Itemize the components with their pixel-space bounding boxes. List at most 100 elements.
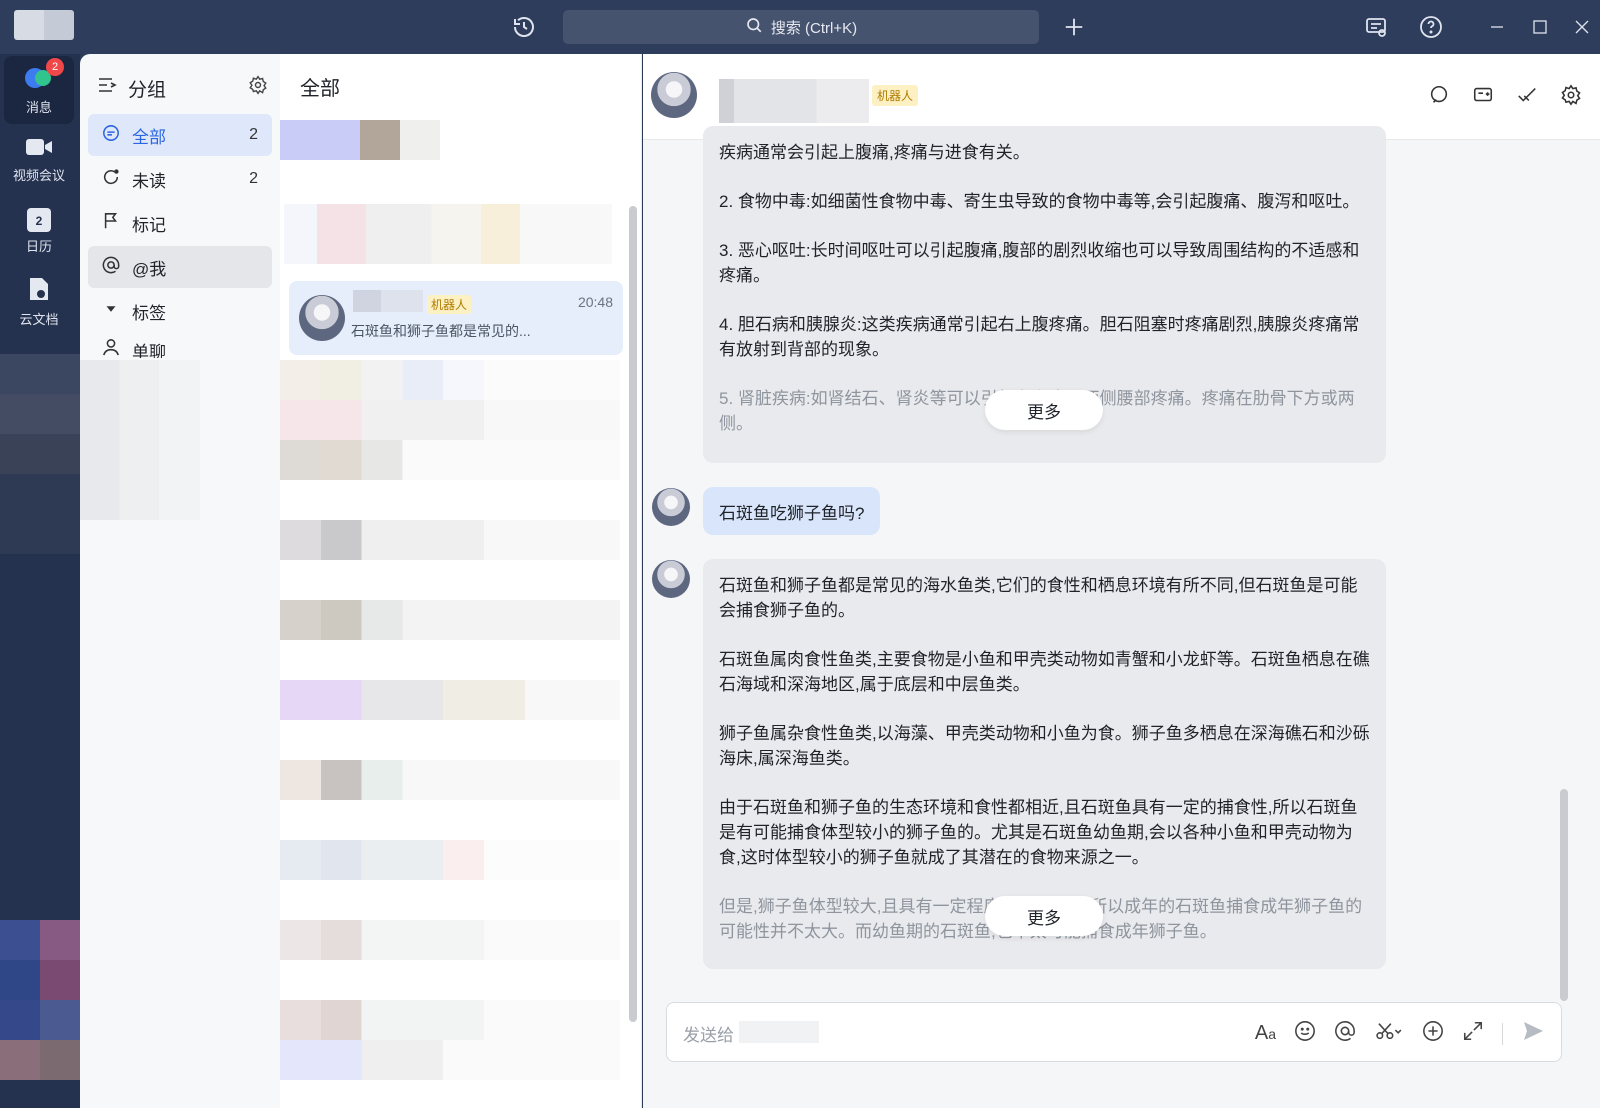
help-icon[interactable] [1417, 13, 1445, 41]
avatar [652, 560, 690, 598]
contact-name-blurred [719, 79, 869, 123]
list-item[interactable] [280, 400, 620, 440]
person-icon [102, 338, 120, 358]
conversation-list: 全部 机器人 20:48 石斑鱼和狮子鱼都是常见的... [280, 54, 642, 1108]
avatar [652, 488, 690, 526]
plus-icon[interactable] [1060, 13, 1088, 41]
recipient-blurred [739, 1021, 819, 1043]
nav-rail: 2 消息 视频会议 2 日历 云文档 [0, 54, 80, 1108]
divider [1502, 1022, 1503, 1045]
chat-panel: 机器人 疾病通常会引起上腹痛,疼痛与进食有关。 2. 食物中毒:如细菌性食物中毒… [643, 54, 1600, 1108]
search-chat-icon[interactable] [1428, 84, 1450, 111]
chat-scrollbar[interactable] [1560, 789, 1568, 1001]
blurred-region [0, 1000, 80, 1040]
video-camera-icon [25, 136, 53, 161]
group-title: 分组 [128, 79, 167, 101]
group-flagged[interactable]: 标记 [88, 202, 272, 244]
user-message: 石斑鱼吃狮子鱼吗? [703, 487, 881, 535]
expand-more-button[interactable]: 更多 [985, 896, 1103, 936]
group-list-icon [98, 76, 118, 100]
group-direct[interactable]: 单聊 [88, 334, 272, 358]
unread-badge: 2 [46, 58, 64, 76]
blurred-region [0, 1040, 80, 1080]
count: 2 [249, 170, 258, 187]
list-item[interactable] [280, 680, 620, 720]
check-icon[interactable] [1516, 84, 1538, 111]
nav-messages[interactable]: 2 消息 [4, 56, 74, 124]
expand-more-button[interactable]: 更多 [985, 390, 1103, 430]
chat-bubble-icon: 2 [24, 58, 64, 93]
composer-placeholder: 发送给 [683, 1026, 734, 1045]
group-unread[interactable]: 未读 2 [88, 158, 272, 200]
announcement-icon[interactable] [1362, 13, 1390, 41]
scissors-icon[interactable] [1374, 1020, 1404, 1047]
cloud-doc-icon [27, 276, 51, 305]
minimize-icon[interactable] [1485, 15, 1509, 39]
search-bar[interactable]: 搜索 (Ctrl+K) [563, 10, 1039, 44]
header-actions [1428, 84, 1582, 111]
blurred-region [0, 354, 80, 394]
list-item[interactable] [280, 840, 620, 880]
emoji-icon[interactable] [1294, 1020, 1316, 1047]
avatar [299, 295, 345, 341]
blurred-region [0, 434, 80, 474]
list-scrollbar[interactable] [629, 206, 637, 1022]
search-icon [745, 16, 763, 38]
search-label: 搜索 (Ctrl+K) [770, 19, 858, 37]
list-item[interactable] [280, 760, 620, 800]
list-item[interactable] [280, 440, 620, 480]
add-circle-icon[interactable] [1422, 1020, 1444, 1047]
refresh-circle-icon [102, 168, 120, 191]
nav-video-meeting[interactable]: 视频会议 [4, 126, 74, 194]
mention-icon[interactable] [1334, 1020, 1356, 1047]
user-avatar[interactable] [14, 10, 74, 40]
name-blurred [353, 290, 423, 312]
bot-badge: 机器人 [427, 295, 472, 314]
calendar-icon: 2 [27, 207, 51, 232]
timestamp: 20:48 [577, 294, 613, 310]
list-item[interactable] [280, 1040, 620, 1080]
group-all[interactable]: 全部 2 [88, 114, 272, 156]
maximize-icon[interactable] [1528, 15, 1552, 39]
list-item[interactable] [284, 204, 612, 264]
list-item-active[interactable]: 机器人 20:48 石斑鱼和狮子鱼都是常见的... [289, 281, 623, 355]
gear-icon[interactable] [1560, 84, 1582, 111]
group-mentions[interactable]: @我 [88, 246, 272, 288]
list-item[interactable] [280, 120, 440, 160]
caret-down-icon [102, 300, 120, 323]
nav-label: 云文档 [19, 312, 59, 327]
close-icon[interactable] [1570, 15, 1594, 39]
nav-label: 视频会议 [12, 168, 65, 183]
message-composer[interactable]: 发送给 Aa [666, 1002, 1562, 1062]
blurred-region [0, 474, 80, 554]
list-item[interactable] [280, 920, 620, 960]
composer-tools: Aa [1255, 1019, 1545, 1048]
group-tags[interactable]: 标签 [88, 290, 272, 332]
flag-icon [102, 212, 120, 235]
list-item[interactable] [280, 1000, 620, 1040]
title-bar: 搜索 (Ctrl+K) [0, 0, 1600, 54]
nav-calendar[interactable]: 2 日历 [4, 197, 74, 265]
text-format-icon[interactable]: Aa [1255, 1022, 1276, 1045]
send-icon[interactable] [1521, 1019, 1545, 1048]
list-item[interactable] [280, 360, 620, 400]
nav-cloud-docs[interactable]: 云文档 [4, 268, 74, 336]
add-member-icon[interactable] [1472, 84, 1494, 111]
blurred-region [0, 920, 80, 960]
count: 2 [249, 126, 258, 143]
blurred-region [80, 360, 200, 520]
group-panel: 分组 全部 2 未读 2 标记 @我 标签 单聊 [80, 54, 280, 1108]
blurred-region [0, 960, 80, 1000]
message-preview: 石斑鱼和狮子鱼都是常见的... [351, 323, 531, 339]
gear-icon[interactable] [248, 75, 268, 101]
chat-circle-icon [102, 124, 120, 147]
nav-label: 日历 [25, 238, 52, 254]
history-icon[interactable] [510, 13, 538, 41]
expand-icon[interactable] [1462, 1020, 1484, 1047]
avatar[interactable] [651, 72, 697, 118]
blurred-region [0, 394, 80, 434]
at-icon [102, 256, 120, 279]
list-item[interactable] [280, 600, 620, 640]
nav-label: 消息 [25, 100, 52, 115]
list-item[interactable] [280, 520, 620, 560]
